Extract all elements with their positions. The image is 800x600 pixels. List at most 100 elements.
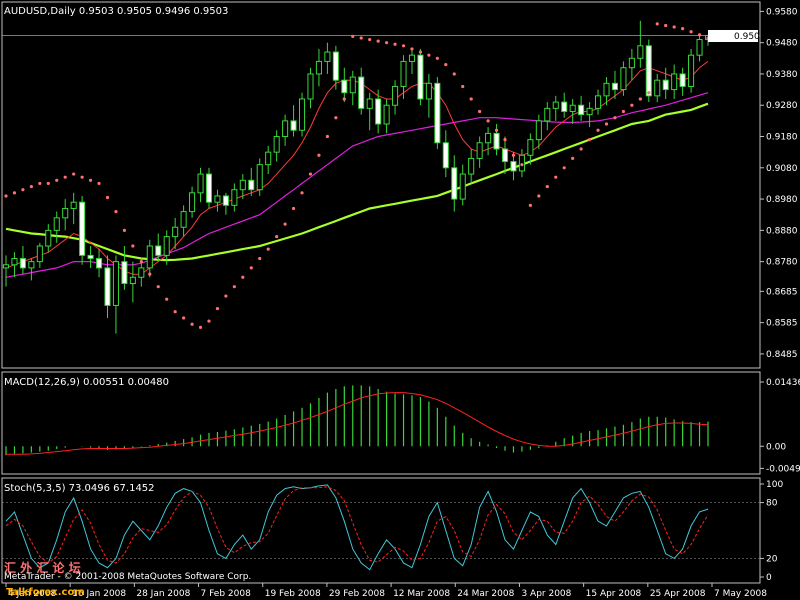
- candle-body: [205, 173, 213, 203]
- psar-dot: [528, 203, 532, 207]
- candle-body: [121, 261, 128, 285]
- psar-dot: [12, 191, 17, 195]
- candle-body: [468, 157, 475, 175]
- psar-dot: [427, 53, 431, 57]
- psar-dot: [697, 33, 702, 37]
- psar-dot: [655, 22, 659, 26]
- stoch-tick-label: 20: [766, 554, 778, 564]
- psar-dot: [689, 30, 693, 34]
- psar-dot: [342, 97, 346, 101]
- psar-dot: [38, 181, 42, 186]
- candle-body: [62, 207, 69, 219]
- psar-dot: [359, 36, 363, 40]
- psar-dot: [122, 228, 127, 232]
- candle-body: [603, 82, 610, 97]
- macd-tick-label: 0.01436: [766, 378, 800, 388]
- date-tick-label: 7 Feb 2008: [201, 589, 252, 599]
- psar-dot: [435, 56, 439, 60]
- psar-dot: [300, 191, 304, 195]
- psar-dot: [393, 42, 397, 46]
- psar-dot: [97, 181, 101, 186]
- psar-dot: [621, 109, 626, 114]
- candle-body: [578, 104, 585, 116]
- macd-tick-label: 0.00: [766, 442, 786, 452]
- candle-body: [28, 261, 35, 269]
- candle-body: [662, 79, 669, 91]
- candle-body: [383, 104, 390, 125]
- psar-dot: [139, 260, 143, 264]
- price-header: AUDUSD,Daily 0.9503 0.9505 0.9496 0.9503: [4, 6, 228, 17]
- candle-body: [112, 261, 119, 306]
- current-price-label: 0.9503: [734, 32, 766, 42]
- psar-dot: [579, 147, 583, 151]
- price-tick-label: 0.8485: [766, 350, 798, 360]
- candle-body: [544, 107, 551, 122]
- candle-body: [298, 98, 306, 131]
- candle-body: [349, 76, 356, 94]
- psar-dot: [325, 134, 329, 139]
- candle-body: [341, 79, 348, 94]
- candle-body: [485, 132, 492, 144]
- candle-body: [214, 195, 221, 203]
- candle-body: [611, 82, 619, 91]
- candle-body: [273, 136, 280, 153]
- candle-body: [510, 161, 517, 172]
- watermark-url: Talkforex.com: [6, 587, 85, 598]
- psar-dot: [672, 25, 676, 29]
- date-tick-label: 25 Apr 2008: [650, 589, 706, 599]
- candle-body: [628, 57, 635, 69]
- macd-tick-label: -0.00494: [766, 464, 800, 474]
- stoch-tick-label: 0: [766, 573, 772, 583]
- candle-body: [366, 98, 373, 109]
- candle-body: [332, 51, 339, 81]
- psar-dot: [215, 306, 220, 311]
- psar-dot: [241, 275, 245, 279]
- psar-dot: [478, 109, 482, 114]
- candle-body: [493, 132, 500, 150]
- date-tick-label: 28 Jan 2008: [136, 589, 190, 599]
- candle-body: [595, 95, 602, 109]
- candle-body: [282, 120, 289, 138]
- candle-body: [163, 236, 170, 256]
- psar-dot: [418, 50, 423, 54]
- price-tick-label: 0.8685: [766, 287, 798, 297]
- candle-body: [197, 173, 204, 194]
- price-tick-label: 0.8880: [766, 226, 798, 236]
- candle-body: [146, 245, 153, 269]
- psar-dot: [664, 23, 668, 28]
- psar-dot: [461, 84, 465, 89]
- date-tick-label: 7 May 2008: [714, 589, 767, 599]
- psar-dot: [596, 128, 600, 132]
- date-tick-label: 29 Feb 2008: [329, 589, 385, 599]
- candle-body: [265, 151, 272, 166]
- candle-body: [256, 164, 263, 191]
- candle-body: [451, 167, 458, 200]
- psar-dot: [334, 116, 338, 120]
- date-tick-label: 19 Feb 2008: [265, 589, 321, 599]
- candle-body: [375, 98, 382, 125]
- psar-dot: [571, 156, 575, 161]
- stoch-header: Stoch(5,3,5) 73.0496 67.1452: [4, 483, 155, 494]
- price-tick-label: 0.9180: [766, 133, 798, 143]
- candle-body: [239, 179, 246, 191]
- candle-body: [569, 104, 576, 112]
- psar-dot: [604, 122, 609, 126]
- psar-dot: [494, 128, 499, 132]
- stoch-tick-label: 100: [766, 480, 783, 490]
- psar-dot: [156, 285, 160, 289]
- candle-body: [434, 82, 441, 144]
- candle-body: [307, 73, 314, 100]
- candle-body: [36, 245, 43, 263]
- price-tick-label: 0.8780: [766, 258, 798, 268]
- date-tick-label: 3 Apr 2008: [521, 589, 571, 599]
- psar-dot: [182, 316, 186, 320]
- psar-dot: [72, 172, 76, 176]
- psar-dot: [114, 209, 118, 214]
- price-tick-label: 0.8585: [766, 319, 798, 329]
- candle-body: [654, 79, 661, 97]
- candle-body: [79, 201, 86, 256]
- price-tick-label: 0.9380: [766, 70, 798, 80]
- copyright-text: MetaTrader - © 2001-2008 MetaQuotes Soft…: [4, 572, 251, 582]
- candle-body: [442, 142, 449, 169]
- psar-dot: [638, 97, 642, 101]
